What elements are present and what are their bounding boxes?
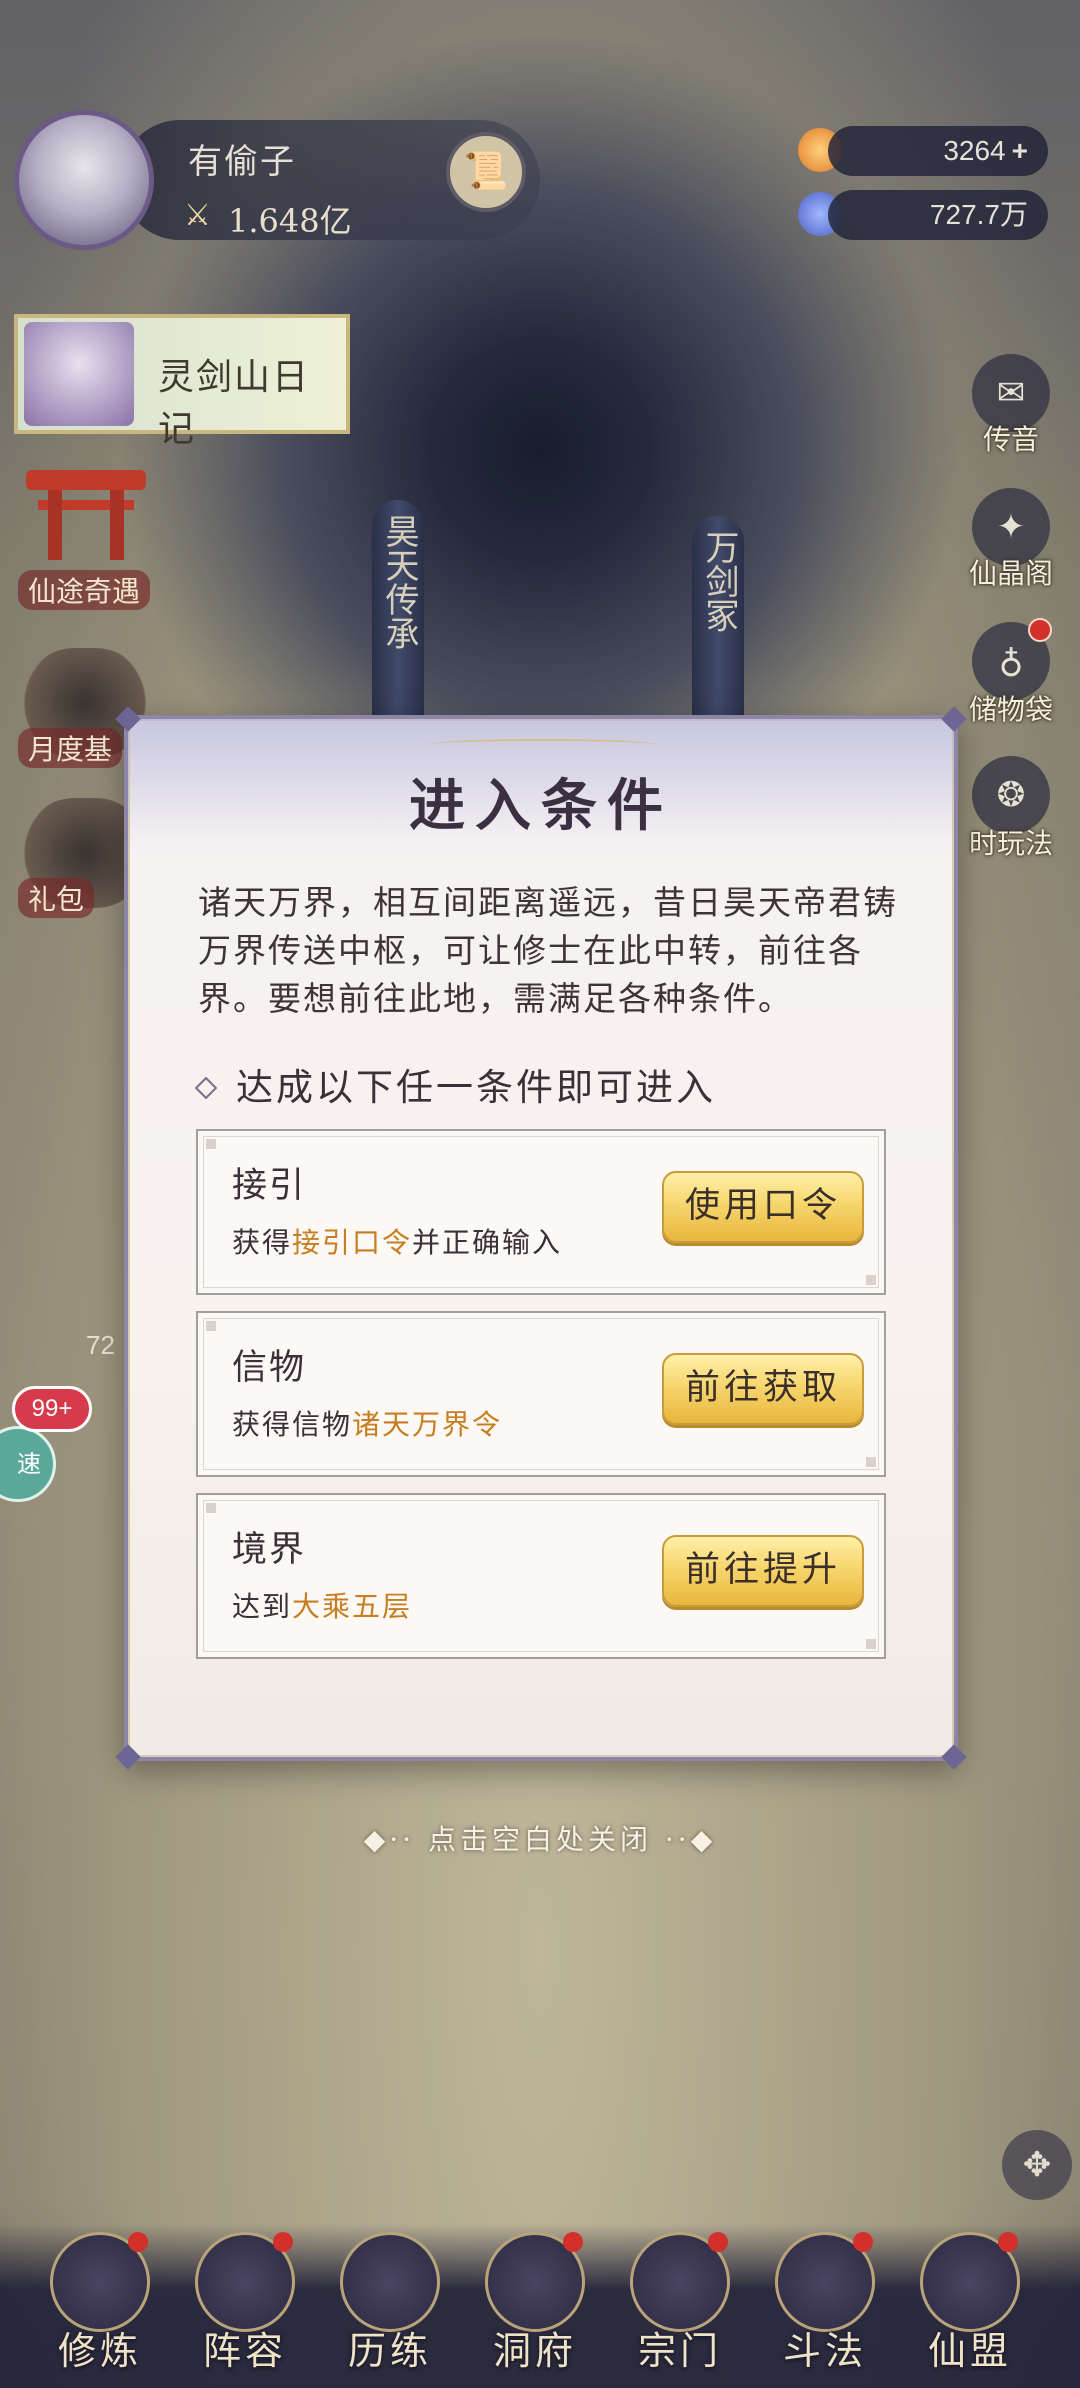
- entry-conditions-dialog: 进入条件 诸天万界，相互间距离遥远，昔日昊天帝君铸万界传送中枢，可让修士在此中转…: [115, 706, 967, 1770]
- nav-label-alliance: 仙盟: [927, 2329, 1012, 2373]
- nav-cultivate[interactable]: 修炼: [30, 2232, 170, 2382]
- condition-desc-prefix: 获得: [232, 1226, 293, 1259]
- right-menu-label-bag: 储物袋: [968, 693, 1053, 726]
- right-menu-label-event: 时玩法: [968, 827, 1053, 860]
- condition-description: 达到大乘五层: [232, 1585, 412, 1625]
- go-obtain-button[interactable]: 前往获取: [662, 1353, 864, 1425]
- combat-power-icon: ⚔: [184, 198, 211, 233]
- nav-duel[interactable]: 斗法: [755, 2232, 895, 2382]
- nav-lineup[interactable]: 阵容: [175, 2232, 315, 2382]
- player-avatar[interactable]: [14, 110, 154, 250]
- card-ornament: [206, 1139, 216, 1149]
- use-password-button[interactable]: 使用口令: [662, 1171, 864, 1243]
- section-heading: 达成以下任一条件即可进入: [194, 1057, 716, 1111]
- right-menu-label-shop: 仙晶阁: [968, 557, 1053, 590]
- nav-label-lineup: 阵容: [202, 2329, 287, 2373]
- bottom-navigation: 修炼 阵容 历练 洞府 宗门 斗法 仙盟: [0, 2224, 1080, 2388]
- notification-badge[interactable]: 99+: [12, 1386, 92, 1432]
- nav-label-duel: 斗法: [782, 2329, 867, 2373]
- nav-dot: [708, 2232, 728, 2252]
- condition-name: 接引: [232, 1166, 307, 1206]
- add-currency-button[interactable]: +: [1012, 135, 1028, 166]
- dialog-description: 诸天万界，相互间距离遥远，昔日昊天帝君铸万界传送中枢，可让修士在此中转，前往各界…: [198, 883, 898, 1018]
- card-ornament: [206, 1321, 216, 1331]
- pillar-wanjian[interactable]: 万剑冢: [692, 516, 744, 736]
- card-ornament: [866, 1457, 876, 1467]
- condition-card-realm: 境界 达到大乘五层 前往提升: [196, 1493, 886, 1659]
- nav-alliance[interactable]: 仙盟: [900, 2232, 1040, 2382]
- left-menu-label-monthly[interactable]: 月度基: [18, 728, 123, 768]
- close-hint-text: 点击空白处关闭: [427, 1823, 652, 1856]
- close-hint: ◆·· 点击空白处关闭 ··◆: [363, 1823, 717, 1856]
- card-ornament: [206, 1503, 216, 1513]
- diary-banner-label: 灵剑山日记: [158, 357, 311, 450]
- nav-dot: [998, 2232, 1018, 2252]
- currency-2[interactable]: 727.7万: [828, 190, 1048, 240]
- condition-desc-prefix: 达到: [232, 1590, 293, 1623]
- diary-character-image: [24, 322, 134, 426]
- condition-desc-prefix: 获得信物: [232, 1408, 353, 1441]
- scroll-icon[interactable]: 📜: [446, 132, 526, 212]
- nav-dot: [128, 2232, 148, 2252]
- nav-label-cave: 洞府: [492, 2329, 577, 2373]
- diary-banner[interactable]: 灵剑山日记: [14, 314, 350, 450]
- pillar-wanjian-label: 万剑冢: [699, 530, 739, 632]
- title-ornament: [428, 739, 658, 751]
- nav-dot: [853, 2232, 873, 2252]
- condition-card-invite: 接引 获得接引口令并正确输入 使用口令: [196, 1129, 886, 1295]
- bag-notification-dot: [1028, 618, 1052, 642]
- nav-dot: [273, 2232, 293, 2252]
- nav-cave[interactable]: 洞府: [465, 2232, 605, 2382]
- pillar-haotian[interactable]: 昊天传承: [372, 500, 424, 730]
- nav-label-adventure: 历练: [347, 2329, 432, 2373]
- condition-highlight: 大乘五层: [292, 1590, 413, 1623]
- adventure-icon: [340, 2232, 440, 2332]
- condition-highlight: 接引口令: [292, 1226, 413, 1259]
- torii-gate-icon[interactable]: [26, 470, 146, 560]
- left-menu-label-gift[interactable]: 礼包: [18, 878, 95, 918]
- card-ornament: [866, 1639, 876, 1649]
- dialog-title: 进入条件: [409, 773, 673, 839]
- pillar-haotian-label: 昊天传承: [379, 514, 419, 650]
- side-count: 72: [86, 1330, 115, 1360]
- nav-label-cultivate: 修炼: [57, 2329, 142, 2373]
- combat-power-value: 1.648亿: [228, 202, 352, 240]
- condition-card-token: 信物 获得信物诸天万界令 前往获取: [196, 1311, 886, 1477]
- currency-2-value: 727.7万: [929, 199, 1028, 230]
- currency-1-value: 3264: [943, 135, 1006, 166]
- condition-highlight: 诸天万界令: [352, 1408, 503, 1441]
- go-upgrade-button[interactable]: 前往提升: [662, 1535, 864, 1607]
- section-heading-text: 达成以下任一条件即可进入: [236, 1066, 716, 1109]
- condition-name: 境界: [232, 1530, 307, 1570]
- condition-name: 信物: [232, 1348, 307, 1388]
- condition-desc-suffix: 并正确输入: [412, 1226, 563, 1259]
- right-menu-label-message: 传音: [982, 423, 1039, 456]
- currency-1[interactable]: 3264 +: [828, 126, 1048, 176]
- card-ornament: [866, 1275, 876, 1285]
- nav-label-sect: 宗门: [637, 2329, 722, 2373]
- left-menu-label-adventure[interactable]: 仙途奇遇: [18, 570, 151, 610]
- condition-description: 获得信物诸天万界令: [232, 1403, 502, 1443]
- nav-sect[interactable]: 宗门: [610, 2232, 750, 2382]
- player-name: 有偷子: [188, 142, 296, 182]
- condition-description: 获得接引口令并正确输入: [232, 1221, 562, 1261]
- diamond-icon: [194, 1076, 218, 1100]
- compass-icon[interactable]: ✥: [1002, 2130, 1072, 2200]
- nav-dot: [563, 2232, 583, 2252]
- nav-adventure[interactable]: 历练: [320, 2232, 460, 2382]
